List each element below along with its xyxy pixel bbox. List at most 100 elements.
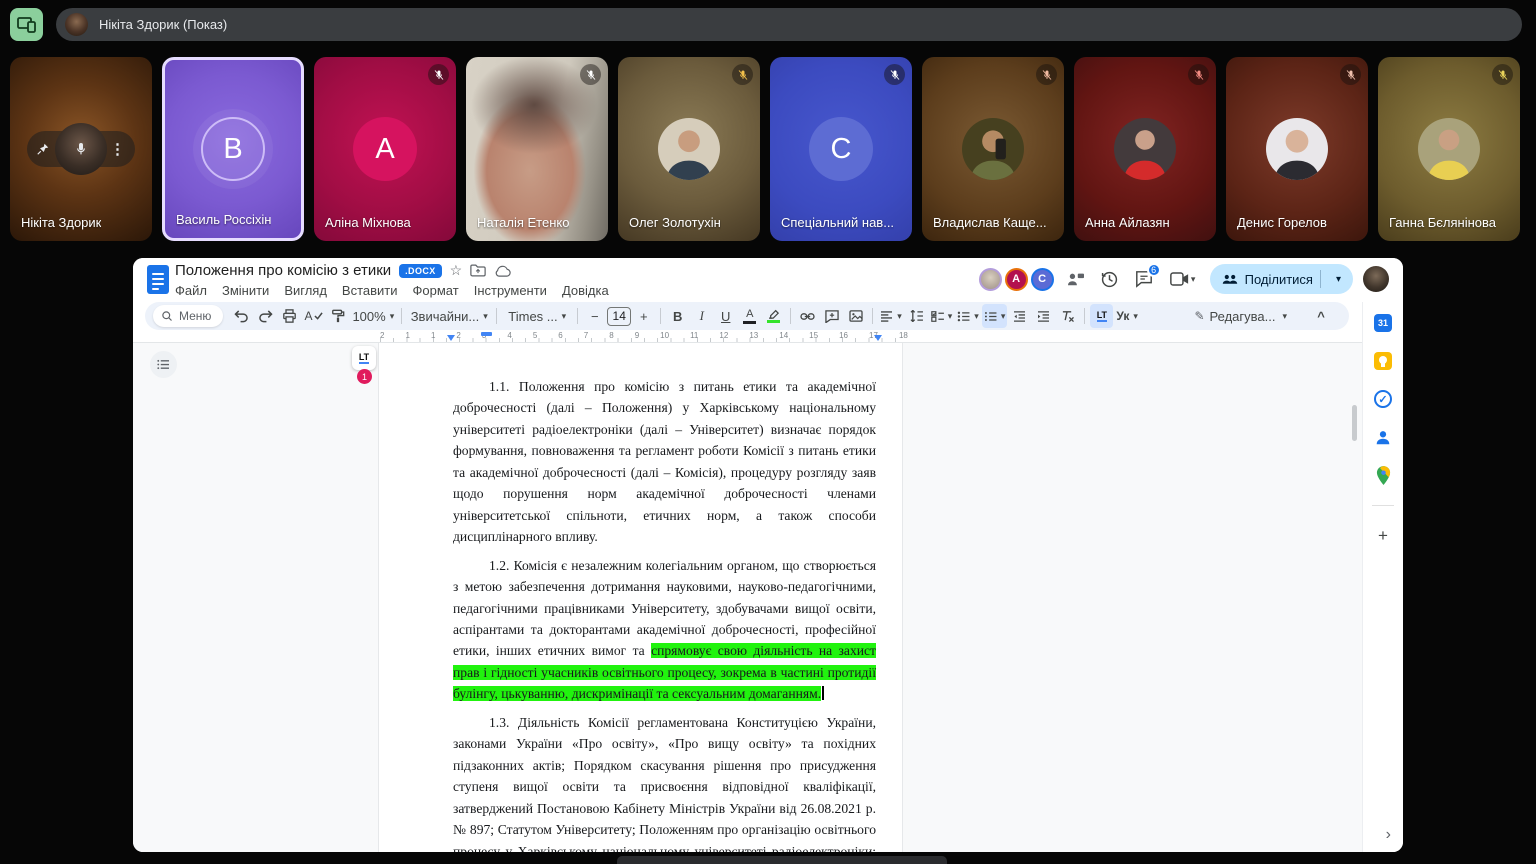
font-select[interactable]: Times ... ▾ — [502, 304, 572, 328]
pin-icon[interactable] — [37, 143, 49, 155]
editing-mode-select[interactable]: ✎ Редагува... ▾ — [1194, 304, 1287, 328]
menu-search-button[interactable]: Меню — [153, 305, 223, 327]
participant-name: Спеціальний нав... — [781, 215, 894, 230]
keep-icon[interactable] — [1374, 352, 1392, 370]
collaborator-avatar[interactable]: С — [1031, 268, 1054, 291]
avatar-letter: В — [201, 117, 265, 181]
participant-tile[interactable]: Владислав Каще... — [922, 57, 1064, 241]
participant-tile[interactable]: А Аліна Міхнова — [314, 57, 456, 241]
participant-tile[interactable]: Наталія Етенко — [466, 57, 608, 241]
show-outline-button[interactable] — [150, 351, 177, 378]
menu-help[interactable]: Довідка — [562, 283, 609, 298]
contacts-icon[interactable] — [1374, 428, 1392, 446]
left-margin-marker[interactable] — [447, 335, 455, 341]
add-comment-button[interactable] — [820, 304, 843, 328]
bold-button[interactable]: B — [666, 304, 689, 328]
mic-icon[interactable] — [73, 141, 89, 157]
menu-insert[interactable]: Вставити — [342, 283, 398, 298]
insert-link-button[interactable] — [796, 304, 819, 328]
clear-formatting-button[interactable] — [1056, 304, 1079, 328]
menu-file[interactable]: Файл — [175, 283, 207, 298]
cloud-status-icon[interactable] — [494, 265, 511, 277]
docs-file-icon — [147, 265, 169, 294]
menu-view[interactable]: Вигляд — [284, 283, 327, 298]
follow-presenter-icon[interactable] — [1064, 267, 1088, 291]
languagetool-error-badge[interactable]: 1 — [357, 369, 372, 384]
highlight-color-button[interactable] — [762, 304, 785, 328]
spellcheck-letter: A — [304, 309, 312, 323]
add-addon-button[interactable]: + — [1378, 526, 1388, 546]
zoom-value: 100% — [352, 309, 385, 324]
underline-button[interactable]: U — [714, 304, 737, 328]
insert-image-button[interactable] — [844, 304, 867, 328]
meet-camera-button[interactable]: ▾ — [1166, 267, 1200, 291]
font-size-field[interactable]: 14 — [607, 307, 631, 326]
increase-indent-button[interactable] — [1032, 304, 1055, 328]
numbered-list-button[interactable]: ▾ — [982, 304, 1008, 328]
presenter-banner: Нікіта Здорик (Показ) — [56, 8, 1522, 41]
redo-button[interactable] — [254, 304, 277, 328]
menu-format[interactable]: Формат — [413, 283, 459, 298]
text-color-button[interactable]: A — [738, 304, 761, 328]
vertical-scrollbar-thumb[interactable] — [1352, 405, 1357, 441]
tasks-icon[interactable]: ✓ — [1374, 390, 1392, 408]
share-button[interactable]: Поділитися ▾ — [1210, 264, 1353, 294]
print-button[interactable] — [278, 304, 301, 328]
participant-tile[interactable]: Ганна Бєлянінова — [1378, 57, 1520, 241]
languagetool-toolbar-button[interactable]: LT — [1090, 304, 1113, 328]
participant-name: Нікіта Здорик — [21, 215, 101, 230]
input-tools-button[interactable]: Ук ▾ — [1114, 304, 1140, 328]
decrease-font-button[interactable]: − — [583, 304, 606, 328]
account-avatar[interactable] — [1363, 266, 1389, 292]
shared-screen-docs-window: Положення про комісію з етики .DOCX ☆ Фа… — [133, 258, 1403, 852]
move-folder-icon[interactable] — [470, 264, 486, 277]
paragraph-1-2: 1.2. Комісія є незалежним колегіальним о… — [453, 555, 876, 705]
participant-tile[interactable]: В Василь Россіхін — [162, 57, 304, 241]
document-title[interactable]: Положення про комісію з етики — [175, 262, 391, 279]
decrease-indent-button[interactable] — [1008, 304, 1031, 328]
docs-menu-bar: Файл Змінити Вигляд Вставити Формат Інст… — [175, 283, 609, 298]
meet-controls-hint-bar[interactable] — [617, 856, 947, 864]
collaborator-avatar[interactable]: А — [1005, 268, 1028, 291]
presenter-avatar — [65, 13, 88, 36]
collaborator-avatars: А С — [979, 268, 1054, 291]
italic-button[interactable]: I — [690, 304, 713, 328]
align-button[interactable]: ▾ — [878, 304, 904, 328]
self-video-preview — [55, 123, 107, 175]
star-icon[interactable]: ☆ — [450, 262, 463, 279]
calendar-icon[interactable]: 31 — [1374, 314, 1392, 332]
collaborator-avatar-photo[interactable] — [979, 268, 1002, 291]
menu-edit[interactable]: Змінити — [222, 283, 269, 298]
bulleted-list-button[interactable]: ▾ — [955, 304, 981, 328]
right-margin-marker[interactable] — [874, 335, 882, 341]
share-button-label: Поділитися — [1245, 272, 1313, 287]
comments-icon[interactable]: 6 — [1132, 267, 1156, 291]
languagetool-floating-button[interactable]: LT — [352, 346, 376, 370]
participant-tile[interactable]: Олег Золотухін — [618, 57, 760, 241]
undo-button[interactable] — [230, 304, 253, 328]
paragraph-style-select[interactable]: Звичайни... ▾ — [407, 304, 491, 328]
checklist-button[interactable]: ▾ — [929, 304, 955, 328]
document-page[interactable]: 1.1. Положення про комісію з питань етик… — [378, 343, 903, 852]
avatar-letter: С — [809, 117, 873, 181]
expand-chevron-icon[interactable]: › — [1386, 826, 1391, 844]
maps-icon[interactable] — [1376, 466, 1391, 485]
participant-tile[interactable]: Денис Горелов — [1226, 57, 1368, 241]
zoom-select[interactable]: 100% ▾ — [350, 304, 396, 328]
hide-menus-button[interactable]: ^ — [1309, 304, 1333, 328]
participant-tile[interactable]: Анна Айлазян — [1074, 57, 1216, 241]
participant-name: Наталія Етенко — [477, 215, 569, 230]
increase-font-button[interactable]: + — [632, 304, 655, 328]
style-value: Звичайни... — [411, 309, 480, 324]
menu-search-label: Меню — [179, 309, 211, 323]
more-options-icon[interactable]: ⋮ — [110, 140, 125, 158]
menu-tools[interactable]: Інструменти — [474, 283, 547, 298]
participant-tile[interactable]: С Спеціальний нав... — [770, 57, 912, 241]
participant-tile-self[interactable]: ⋮ Нікіта Здорик — [10, 57, 152, 241]
first-line-indent-marker[interactable] — [481, 332, 492, 336]
version-history-icon[interactable] — [1098, 267, 1122, 291]
line-spacing-button[interactable] — [905, 304, 928, 328]
chevron-down-icon[interactable]: ▾ — [1328, 274, 1349, 285]
spellcheck-button[interactable]: A — [302, 304, 325, 328]
paint-format-button[interactable] — [326, 304, 349, 328]
